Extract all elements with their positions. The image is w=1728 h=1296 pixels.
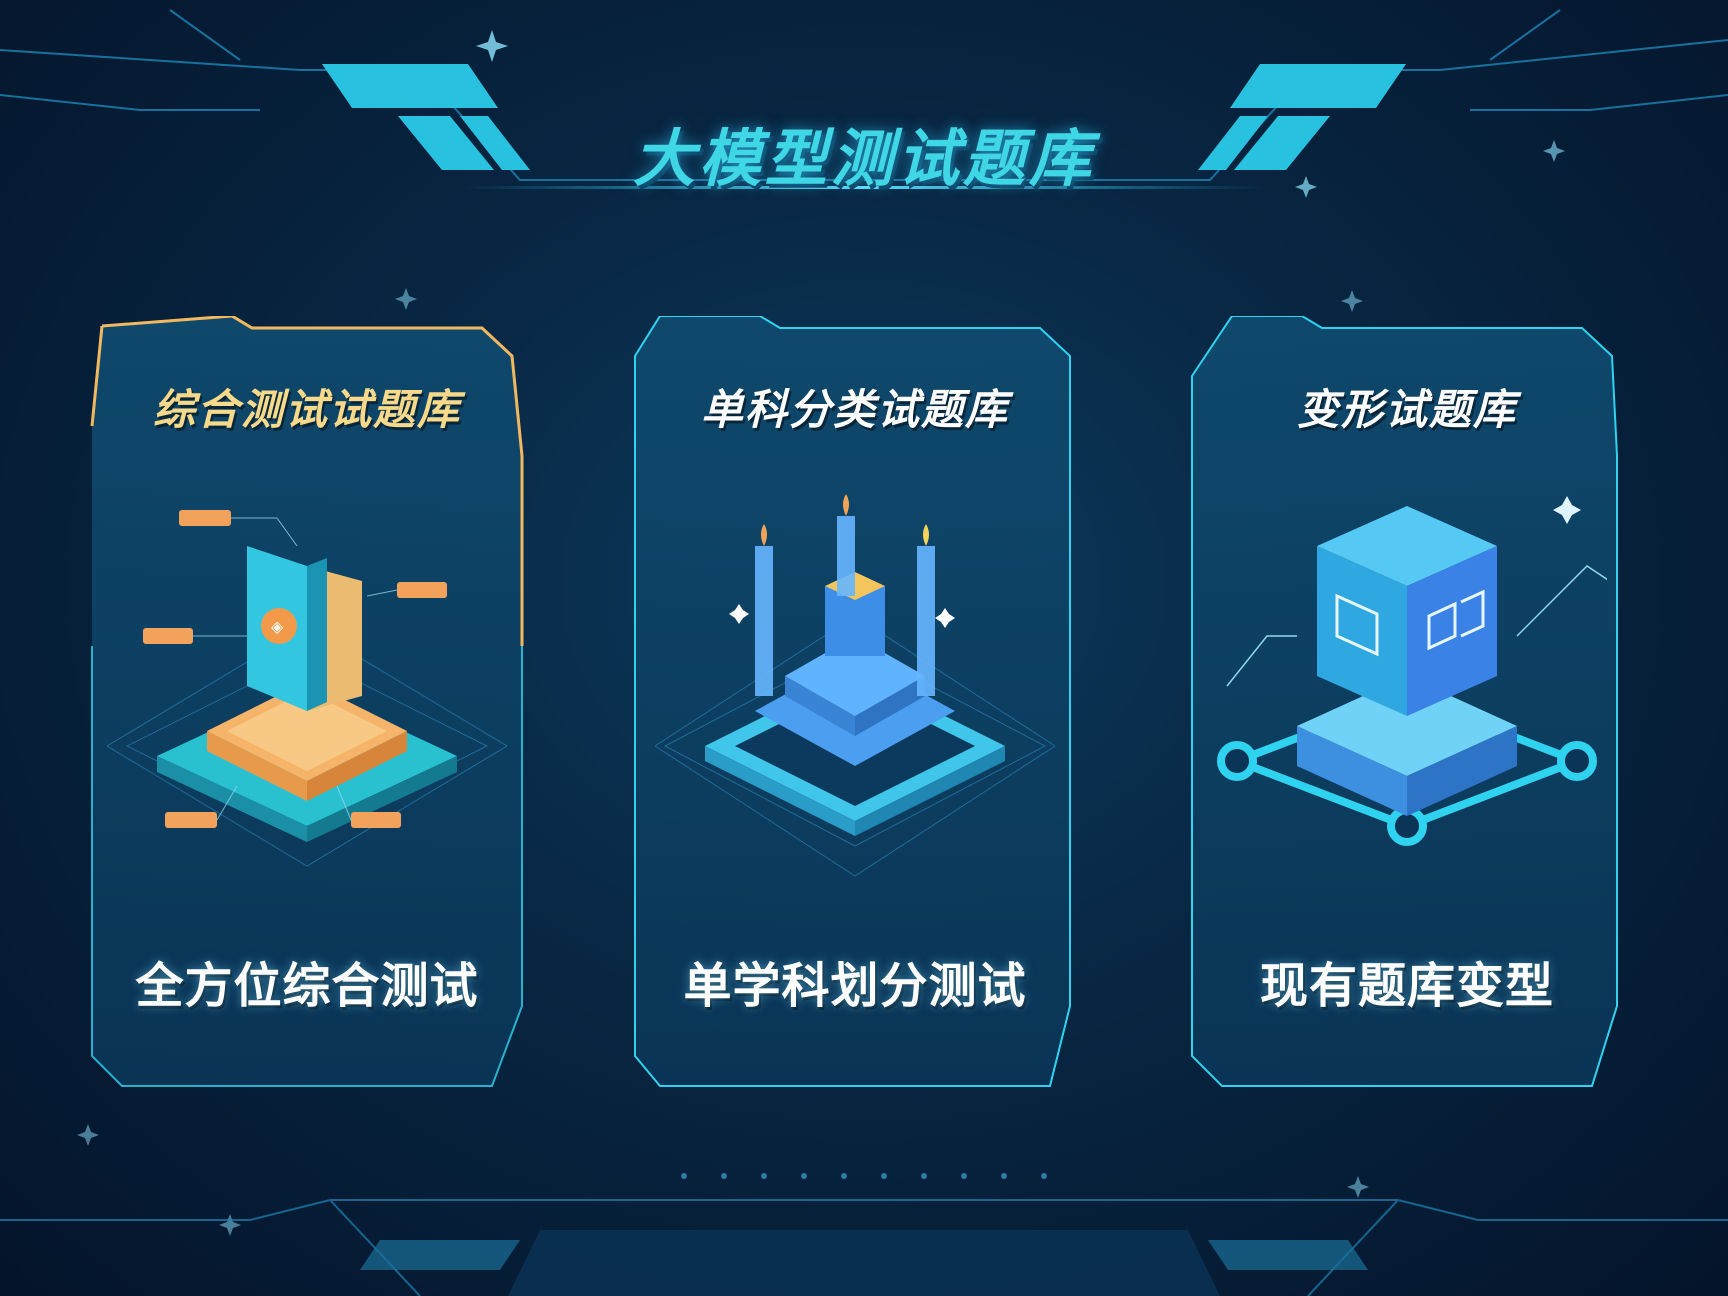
card-single-subject-test[interactable]: 单科分类试题库 单学科划分测试 [630,316,1080,1096]
card-subtitle: 全方位综合测试 [135,958,479,1014]
card-title: 综合测试试题库 [152,385,461,434]
svg-text:◈: ◈ [271,617,284,636]
pagination-dots [0,1164,1728,1183]
folder-document-icon: ◈ [107,510,507,867]
card-comprehensive-test[interactable]: 综合测试试题库 ◈ 全方位综合测试 [82,316,532,1096]
card-title: 单科分类试题库 [700,385,1009,434]
cube-module-icon [1217,496,1607,846]
card-subtitle: 单学科划分测试 [683,958,1027,1014]
card-title: 变形试题库 [1296,385,1517,434]
card-variant-test[interactable]: 变形试题库 现有题库变型 [1182,316,1632,1096]
card-subtitle: 现有题库变型 [1259,958,1554,1014]
stacked-server-icon [655,494,1055,877]
page-title: 大模型测试题库 [632,122,1095,195]
